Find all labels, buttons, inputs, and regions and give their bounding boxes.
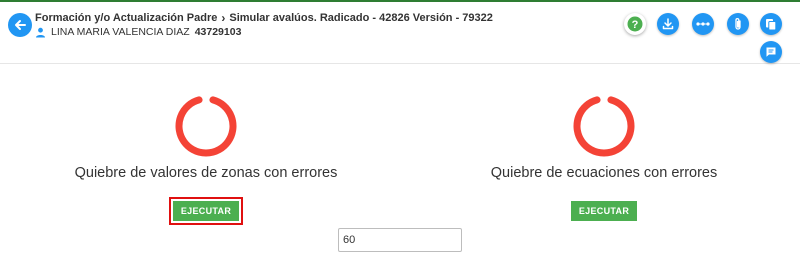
- zone-values-panel: Quiebre de valores de zonas con errores …: [46, 95, 366, 225]
- back-button[interactable]: [8, 13, 32, 37]
- execute-highlight: EJECUTAR: [169, 197, 243, 225]
- download-button[interactable]: [657, 13, 679, 35]
- equations-title: Quiebre de ecuaciones con errores: [490, 165, 718, 181]
- copy-document-button[interactable]: [760, 13, 782, 35]
- arrow-left-icon: [15, 20, 26, 30]
- status-ring-icon: [175, 96, 237, 157]
- copy-document-icon: [766, 18, 777, 30]
- more-dots-icon: [696, 22, 710, 26]
- zone-values-title: Quiebre de valores de zonas con errores: [74, 165, 338, 181]
- execute-equations-button[interactable]: EJECUTAR: [571, 201, 637, 221]
- breadcrumb-item-parent[interactable]: Formación y/o Actualización Padre: [35, 12, 217, 24]
- user-id: 43729103: [194, 26, 242, 38]
- execute-zones-button[interactable]: EJECUTAR: [173, 201, 239, 221]
- download-icon: [662, 18, 674, 30]
- help-button[interactable]: ?: [624, 13, 646, 35]
- chevron-right-icon: ›: [221, 11, 226, 25]
- help-icon: ?: [627, 16, 643, 32]
- comment-button[interactable]: [760, 41, 782, 63]
- equations-panel: Quiebre de ecuaciones con errores EJECUT…: [444, 95, 764, 225]
- breadcrumb-item-current: Simular avalúos. Radicado - 42826 Versió…: [229, 12, 493, 24]
- user-name: LINA MARIA VALENCIA DIAZ: [51, 26, 190, 38]
- svg-text:?: ?: [632, 19, 639, 31]
- status-ring-icon: [573, 96, 635, 157]
- comment-icon: [766, 47, 776, 57]
- breadcrumb: Formación y/o Actualización Padre › Simu…: [35, 11, 493, 25]
- value-input[interactable]: [338, 228, 462, 252]
- header: Formación y/o Actualización Padre › Simu…: [0, 2, 800, 64]
- user-info: LINA MARIA VALENCIA DIAZ 43729103: [35, 26, 241, 38]
- main-content: Quiebre de valores de zonas con errores …: [0, 65, 800, 267]
- attachment-button[interactable]: [727, 13, 749, 35]
- person-icon: [36, 27, 45, 37]
- attachment-icon: [735, 18, 741, 30]
- more-options-button[interactable]: [692, 13, 714, 35]
- execute-wrap: EJECUTAR: [567, 197, 641, 225]
